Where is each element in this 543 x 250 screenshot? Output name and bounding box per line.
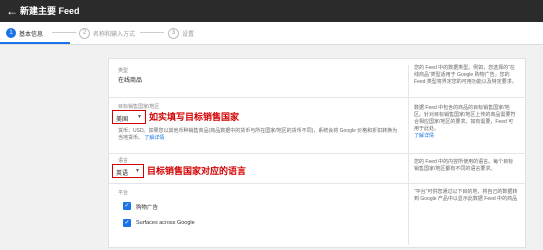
help-language: 您的 Feed 中的内容所使用的语言。每个目标销售国家/地区都有不同的语言要求。 — [414, 159, 514, 172]
language-value: 英语 — [116, 171, 129, 177]
app-header: ← 新建主要 Feed — [0, 0, 543, 22]
step-basic-info[interactable]: 1 基本信息 — [6, 27, 43, 39]
chevron-down-icon: ▼ — [137, 114, 142, 120]
section-divider — [109, 183, 525, 184]
type-label: 类型 — [118, 68, 129, 74]
active-step-indicator — [0, 42, 70, 44]
help-country: 数据 Feed 中包含的商品的目标销售国家/地区。针对目标销售国家/地区上传的商… — [414, 105, 516, 139]
stepper: 1 基本信息 2 名称和输入方式 3 设置 — [0, 22, 543, 45]
country-label: 目标销售国家/地区 — [118, 104, 160, 110]
step-label: 设置 — [182, 31, 195, 38]
arrow-left-icon[interactable]: ← — [6, 3, 18, 19]
language-label: 语言 — [118, 158, 129, 164]
platform-checkbox-surfaces[interactable]: ✓ — [123, 219, 131, 227]
country-annotation: 如实填写目标销售国家 — [149, 112, 240, 122]
language-select[interactable]: 英语 ▼ — [112, 164, 144, 178]
currency-learn-more-link[interactable]: 了解详情 — [144, 135, 164, 141]
platform-label-shopping-ads: 购物广告 — [136, 205, 159, 211]
country-value: 美国 — [116, 117, 129, 123]
section-divider — [109, 97, 525, 98]
step-connector — [140, 32, 164, 33]
platform-label-surfaces: Surfaces across Google — [136, 220, 195, 226]
chevron-down-icon: ▼ — [135, 168, 140, 174]
platform-checkbox-shopping-ads[interactable]: ✓ — [123, 202, 131, 210]
step-name-input[interactable]: 2 名称和输入方式 — [79, 27, 135, 39]
step-connector — [52, 32, 76, 33]
country-learn-more-link[interactable]: 了解详情 — [414, 133, 434, 139]
type-value: 在线商品 — [118, 78, 143, 84]
help-divider — [408, 65, 409, 245]
step-number: 1 — [6, 28, 16, 38]
step-label: 基本信息 — [19, 31, 44, 38]
page-title: 新建主要 Feed — [20, 6, 80, 16]
platform-label: 平台 — [118, 190, 129, 196]
step-number: 2 — [79, 27, 90, 39]
step-settings[interactable]: 3 设置 — [168, 27, 194, 39]
step-label: 名称和输入方式 — [93, 31, 136, 38]
step-number: 3 — [168, 27, 179, 39]
help-platform: “平台”可供您通过以下目的地，将自己的数据转到 Google 产品中以显示此数据… — [414, 189, 518, 202]
currency-note: 货币：USD。如果您以其他币种销售商品(商品数据中的货币与所在国家/地区的货币不… — [118, 128, 398, 141]
form-card: 类型 在线商品 您的 Feed 中的数据类型。例如，您选择的“在线商品”类型适用… — [108, 58, 526, 248]
language-annotation: 目标销售国家对应的语言 — [147, 166, 247, 176]
section-divider — [109, 153, 525, 154]
help-type: 您的 Feed 中的数据类型。例如，您选择的“在线商品”类型适用于 Google… — [414, 65, 517, 85]
country-select[interactable]: 美国 ▼ — [112, 110, 146, 124]
